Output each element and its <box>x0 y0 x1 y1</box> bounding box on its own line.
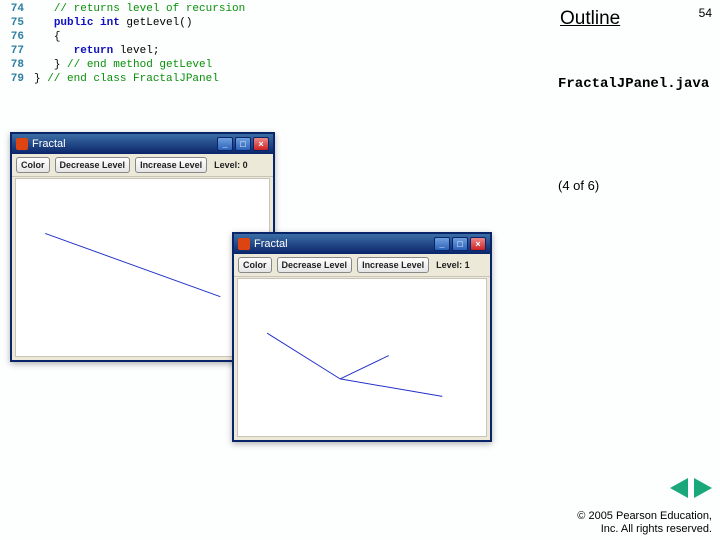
copyright: © 2005 Pearson Education, Inc. All right… <box>577 510 712 536</box>
maximize-button[interactable]: □ <box>452 237 468 251</box>
minimize-button[interactable]: _ <box>434 237 450 251</box>
close-button[interactable]: × <box>470 237 486 251</box>
source-filename: FractalJPanel.java <box>558 76 709 92</box>
toolbar: Color Decrease Level Increase Level Leve… <box>12 154 273 177</box>
maximize-button[interactable]: □ <box>235 137 251 151</box>
app-icon <box>16 138 28 150</box>
close-button[interactable]: × <box>253 137 269 151</box>
drawing-canvas <box>237 278 487 437</box>
color-button[interactable]: Color <box>238 257 272 273</box>
next-slide-arrow-icon[interactable] <box>694 478 712 498</box>
level-label: Level: 0 <box>212 160 248 170</box>
titlebar[interactable]: Fractal _ □ × <box>12 134 273 154</box>
decrease-level-button[interactable]: Decrease Level <box>277 257 353 273</box>
toolbar: Color Decrease Level Increase Level Leve… <box>234 254 490 277</box>
minimize-button[interactable]: _ <box>217 137 233 151</box>
page-progress: (4 of 6) <box>558 178 599 193</box>
slide-nav <box>670 478 712 498</box>
code-listing: 74 // returns level of recursion 75 publ… <box>4 2 245 86</box>
outline-heading: Outline <box>560 8 620 30</box>
window-title: Fractal <box>254 238 288 250</box>
fractal-window-level1: Fractal _ □ × Color Decrease Level Incre… <box>232 232 492 442</box>
titlebar[interactable]: Fractal _ □ × <box>234 234 490 254</box>
window-title: Fractal <box>32 138 66 150</box>
app-icon <box>238 238 250 250</box>
prev-slide-arrow-icon[interactable] <box>670 478 688 498</box>
level-label: Level: 1 <box>434 260 470 270</box>
color-button[interactable]: Color <box>16 157 50 173</box>
decrease-level-button[interactable]: Decrease Level <box>55 157 131 173</box>
slide-number: 54 <box>699 6 712 20</box>
increase-level-button[interactable]: Increase Level <box>357 257 429 273</box>
increase-level-button[interactable]: Increase Level <box>135 157 207 173</box>
